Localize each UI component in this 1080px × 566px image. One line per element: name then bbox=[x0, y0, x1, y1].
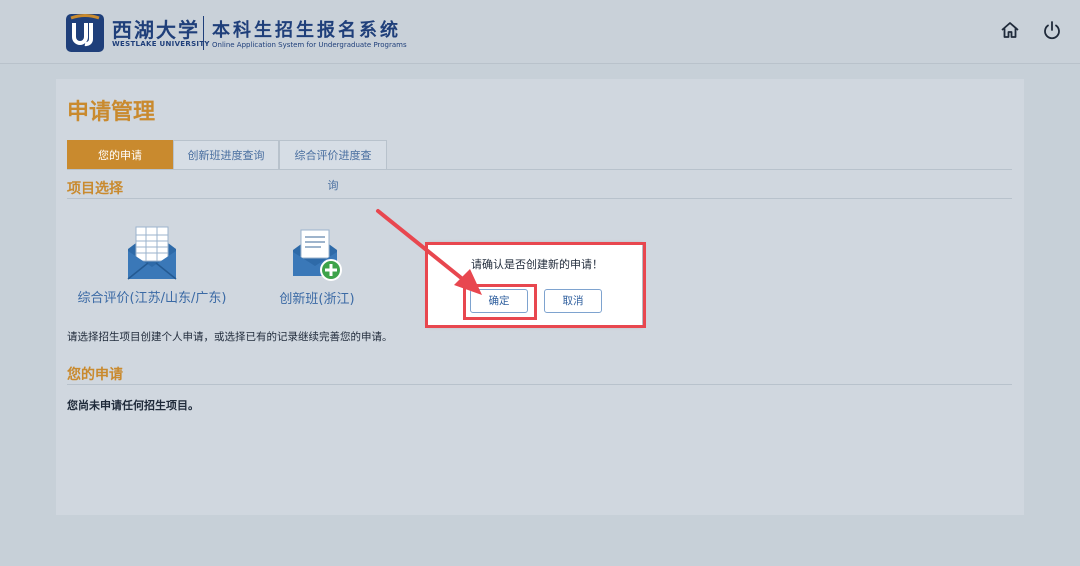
system-name-cn: 本科生招生报名系统 bbox=[212, 20, 401, 41]
project-section-title: 项目选择 bbox=[67, 181, 123, 197]
project-label: 创新班(浙江) bbox=[279, 292, 355, 307]
section-divider bbox=[67, 384, 1012, 385]
power-icon[interactable] bbox=[1041, 19, 1063, 41]
tab-your-applications[interactable]: 您的申请 bbox=[67, 140, 173, 170]
dialog-message: 请确认是否创建新的申请！ bbox=[471, 258, 603, 271]
brand-name-en: WESTLAKE UNIVERSITY bbox=[112, 40, 210, 48]
applications-section-title: 您的申请 bbox=[67, 367, 123, 383]
system-name-en: Online Application System for Undergradu… bbox=[212, 41, 407, 49]
top-header: 西湖大学 WESTLAKE UNIVERSITY 本科生招生报名系统 Onlin… bbox=[0, 0, 1080, 64]
brand-name-cn: 西湖大学 bbox=[112, 18, 200, 42]
tab-underline bbox=[67, 169, 1012, 170]
tab-bar: 您的申请 创新班进度查询 综合评价进度查询 bbox=[67, 140, 387, 192]
project-label: 综合评价(江苏/山东/广东) bbox=[77, 291, 227, 306]
home-icon[interactable] bbox=[999, 19, 1021, 41]
confirm-ok-button[interactable]: 确定 bbox=[470, 289, 528, 313]
empty-applications-text: 您尚未申请任何招生项目。 bbox=[67, 399, 199, 412]
tab-comprehensive-progress[interactable]: 综合评价进度查询 bbox=[279, 140, 387, 192]
tab-innovation-progress[interactable]: 创新班进度查询 bbox=[173, 140, 279, 170]
page-title: 申请管理 bbox=[67, 100, 156, 125]
section-divider bbox=[67, 198, 1012, 199]
project-comprehensive[interactable]: 综合评价(江苏/山东/广东) bbox=[74, 225, 230, 306]
project-innovation[interactable]: 创新班(浙江) bbox=[272, 228, 362, 307]
project-description: 请选择招生项目创建个人申请，或选择已有的记录继续完善您的申请。 bbox=[67, 331, 393, 343]
envelope-add-icon bbox=[293, 229, 342, 281]
envelope-form-icon bbox=[127, 226, 177, 280]
westlake-logo-icon bbox=[66, 14, 104, 52]
confirm-cancel-button[interactable]: 取消 bbox=[544, 289, 602, 313]
brand-divider bbox=[203, 16, 204, 50]
